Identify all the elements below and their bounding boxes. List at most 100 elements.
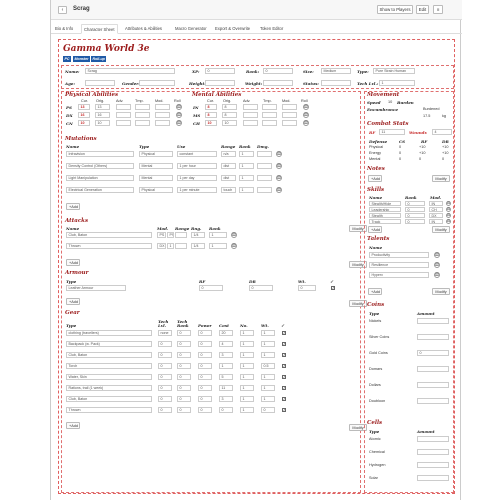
ability-modifier[interactable] bbox=[243, 104, 258, 110]
attack-mod[interactable]: PS bbox=[157, 232, 166, 238]
gear-weight[interactable]: 1 bbox=[261, 374, 275, 380]
height-field[interactable] bbox=[205, 80, 235, 86]
gear-tech-level[interactable]: 0 bbox=[158, 341, 172, 347]
dice-icon[interactable]: ⚄ bbox=[303, 112, 309, 118]
mutation-range[interactable]: dist bbox=[221, 175, 236, 181]
gear-weight[interactable]: 1 bbox=[261, 396, 275, 402]
tab-attributes-abilities[interactable]: Attributes & Abilities bbox=[123, 24, 164, 34]
mutation-rank[interactable]: 1 bbox=[239, 187, 254, 193]
armour-dr[interactable]: 0 bbox=[249, 285, 273, 291]
gear-type[interactable]: Club, Baton bbox=[66, 396, 152, 402]
ability-modifier[interactable] bbox=[155, 104, 170, 110]
mutation-use[interactable]: constant bbox=[177, 151, 217, 157]
dice-icon[interactable]: ⚄ bbox=[434, 272, 440, 278]
dice-icon[interactable]: ⚄ bbox=[231, 243, 237, 249]
skill-name[interactable]: Stealth/Hide bbox=[369, 201, 401, 206]
ability-modifier[interactable] bbox=[262, 112, 277, 118]
gear-tech-rank[interactable]: 0 bbox=[177, 396, 191, 402]
mutation-damage[interactable] bbox=[257, 151, 272, 157]
gear-tech-level[interactable]: 0 bbox=[158, 352, 172, 358]
gear-cost[interactable]: 4 bbox=[219, 341, 233, 347]
coin-amount[interactable]: 0 bbox=[417, 350, 449, 356]
tab-export-overwrite[interactable]: Export & Overwrite bbox=[213, 24, 252, 34]
notes-add-button[interactable]: +Add bbox=[368, 175, 382, 182]
coin-amount[interactable] bbox=[417, 366, 449, 372]
gear-weight[interactable]: 0.5 bbox=[261, 363, 275, 369]
ability-current[interactable]: 10 bbox=[78, 120, 90, 126]
ability-modifier[interactable] bbox=[116, 112, 131, 118]
tab-token-editor[interactable]: Token Editor bbox=[258, 24, 285, 34]
skill-rank[interactable]: 0 bbox=[405, 207, 425, 212]
cell-amount[interactable] bbox=[417, 436, 449, 442]
ability-current[interactable]: 10 bbox=[205, 120, 217, 126]
gear-cost[interactable]: 0 bbox=[219, 407, 233, 413]
tab-macro-generator[interactable]: Macro Generator bbox=[173, 24, 209, 34]
gear-count[interactable]: 1 bbox=[240, 396, 254, 402]
gear-power[interactable]: 0 bbox=[198, 363, 212, 369]
mutation-type[interactable]: Mental bbox=[139, 163, 173, 169]
ability-current[interactable]: 8 bbox=[205, 112, 217, 118]
skill-mod[interactable]: CH bbox=[429, 207, 443, 212]
mutation-type[interactable]: Mental bbox=[139, 175, 173, 181]
talents-modify-button[interactable]: Modify bbox=[432, 288, 450, 295]
gear-power[interactable]: 0 bbox=[198, 385, 212, 391]
coin-amount[interactable] bbox=[417, 334, 449, 340]
gear-equipped-checkbox[interactable]: ✓ bbox=[282, 408, 286, 412]
ability-modifier[interactable] bbox=[282, 112, 297, 118]
gear-type[interactable]: clothing (travellers) bbox=[66, 330, 152, 336]
menu-button[interactable]: ≡ bbox=[433, 5, 443, 14]
weight-field[interactable] bbox=[263, 80, 293, 86]
mutation-damage[interactable] bbox=[257, 163, 272, 169]
gear-cost[interactable]: 3 bbox=[219, 352, 233, 358]
dice-icon[interactable]: ⚄ bbox=[276, 151, 282, 157]
gear-equipped-checkbox[interactable]: ✓ bbox=[282, 397, 286, 401]
notes-modify-button[interactable]: Modify bbox=[432, 175, 450, 182]
gear-tech-level[interactable]: 0 bbox=[158, 363, 172, 369]
attack-range-stat[interactable]: 1 bbox=[167, 243, 174, 249]
ability-modifier[interactable] bbox=[282, 120, 297, 126]
gear-power[interactable]: 0 bbox=[198, 352, 212, 358]
ability-current[interactable]: 8 bbox=[205, 104, 217, 110]
gear-cost[interactable]: 1 bbox=[219, 363, 233, 369]
age-field[interactable] bbox=[85, 80, 115, 86]
dice-icon[interactable]: ⚄ bbox=[231, 232, 237, 238]
ability-original[interactable]: 8 bbox=[222, 112, 237, 118]
ability-original[interactable]: 10 bbox=[222, 120, 237, 126]
ability-modifier[interactable] bbox=[262, 104, 277, 110]
armour-equipped-checkbox[interactable]: ✓ bbox=[331, 286, 335, 290]
gear-count[interactable]: 1 bbox=[240, 330, 254, 336]
tab-character-sheet[interactable]: Character Sheet bbox=[81, 24, 118, 34]
dice-icon[interactable]: ⚄ bbox=[434, 262, 440, 268]
mutation-name[interactable]: Infravision bbox=[66, 151, 134, 157]
attack-range[interactable] bbox=[175, 232, 187, 238]
gear-type[interactable]: Backpack (w. Pack) bbox=[66, 341, 152, 347]
skill-rank[interactable]: 0 bbox=[405, 219, 425, 224]
ability-modifier[interactable] bbox=[243, 112, 258, 118]
gear-tech-rank[interactable]: 0 bbox=[177, 407, 191, 413]
gear-weight[interactable]: 1 bbox=[261, 341, 275, 347]
ability-modifier[interactable] bbox=[116, 120, 131, 126]
gear-type[interactable]: Water, Skin bbox=[66, 374, 152, 380]
gear-tech-rank[interactable]: 0 bbox=[177, 363, 191, 369]
gear-power[interactable]: 0 bbox=[198, 330, 212, 336]
gear-count[interactable]: 1 bbox=[240, 385, 254, 391]
show-to-players-button[interactable]: Show to Players bbox=[377, 5, 413, 14]
attack-rank[interactable]: 1 bbox=[209, 243, 227, 249]
gear-tech-level[interactable]: 0 bbox=[158, 407, 172, 413]
dice-icon[interactable]: ⚄ bbox=[276, 175, 282, 181]
ability-original[interactable]: 13 bbox=[95, 104, 110, 110]
gear-add-button[interactable]: +Add bbox=[66, 422, 80, 429]
back-button[interactable]: ‹ bbox=[58, 6, 67, 14]
armour-weight[interactable]: 0 bbox=[298, 285, 316, 291]
mutation-damage[interactable] bbox=[257, 175, 272, 181]
ability-modifier[interactable] bbox=[135, 120, 150, 126]
ability-original[interactable]: 16 bbox=[95, 112, 110, 118]
ability-modifier[interactable] bbox=[155, 120, 170, 126]
armour-add-button[interactable]: +Add bbox=[66, 298, 80, 305]
type-select[interactable]: Pure Strain Human bbox=[373, 68, 415, 74]
gear-weight[interactable]: 0 bbox=[261, 407, 275, 413]
gear-tech-level[interactable]: 0 bbox=[158, 385, 172, 391]
gear-equipped-checkbox[interactable]: ✓ bbox=[282, 353, 286, 357]
ability-original[interactable]: 10 bbox=[95, 120, 110, 126]
dice-icon[interactable]: ⚄ bbox=[303, 120, 309, 126]
